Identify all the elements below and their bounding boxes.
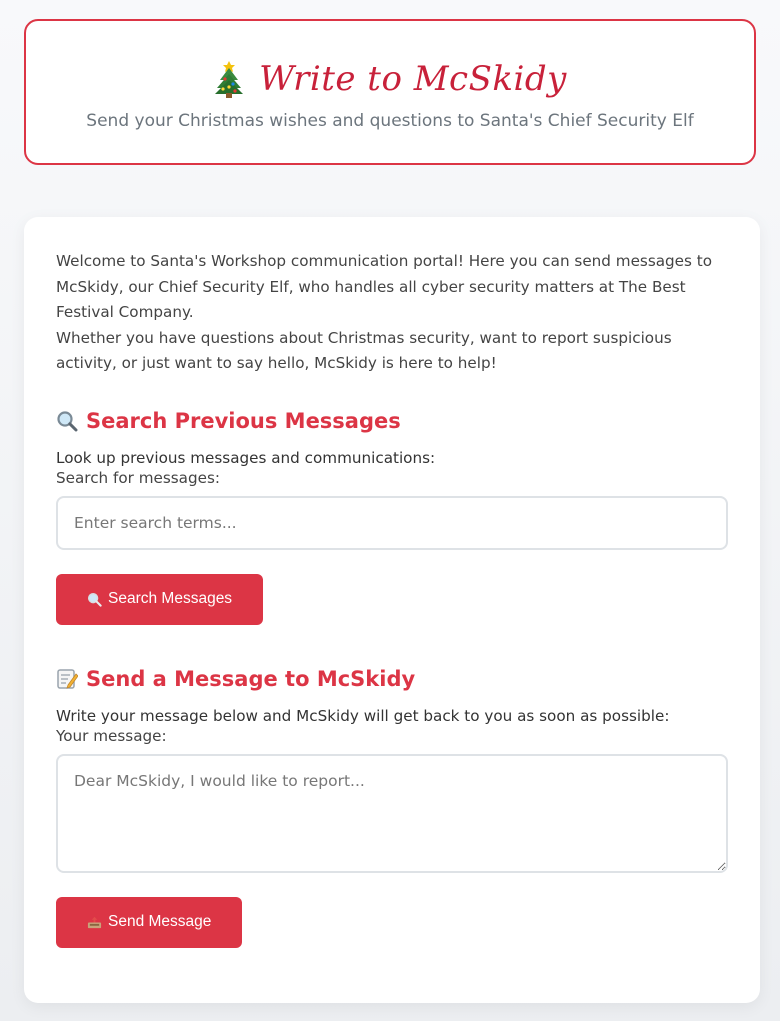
search-section: Search Previous Messages Look up previou… [56,409,728,625]
main-card: Welcome to Santa's Workshop communicatio… [24,217,760,1003]
send-section-title: Send a Message to McSkidy [56,667,728,691]
header-card: Write to McSkidy Send your Christmas wis… [24,19,756,165]
search-section-heading: Search Previous Messages [86,408,401,433]
page-title-row: Write to McSkidy [26,55,754,103]
send-button-label: Send Message [108,913,212,930]
send-message-button[interactable]: Send Message [56,896,243,948]
inbox-tray-icon [87,916,102,928]
search-button-label: Search Messages [108,590,233,607]
intro-text: Welcome to Santa's Workshop communicatio… [56,249,728,377]
magnifying-glass-icon [87,592,102,607]
message-label: Your message: [56,726,167,745]
search-input[interactable] [56,495,728,550]
intro-paragraph: Whether you have questions about Christm… [56,328,672,373]
search-section-title: Search Previous Messages [56,409,728,433]
search-label: Search for messages: [56,468,220,487]
message-textarea[interactable] [56,753,728,873]
search-description: Look up previous messages and communicat… [56,448,436,467]
send-description: Write your message below and McSkidy wil… [56,706,670,725]
magnifying-glass-icon [57,410,78,431]
search-messages-button[interactable]: Search Messages [56,573,264,625]
send-section: Send a Message to McSkidy Write your mes… [56,667,728,948]
memo-icon [57,668,78,689]
send-section-heading: Send a Message to McSkidy [86,666,416,691]
page-subtitle: Send your Christmas wishes and questions… [86,111,694,131]
christmas-tree-icon [215,61,244,98]
intro-paragraph: Welcome to Santa's Workshop communicatio… [56,252,713,321]
page-title: Write to McSkidy [259,59,567,99]
